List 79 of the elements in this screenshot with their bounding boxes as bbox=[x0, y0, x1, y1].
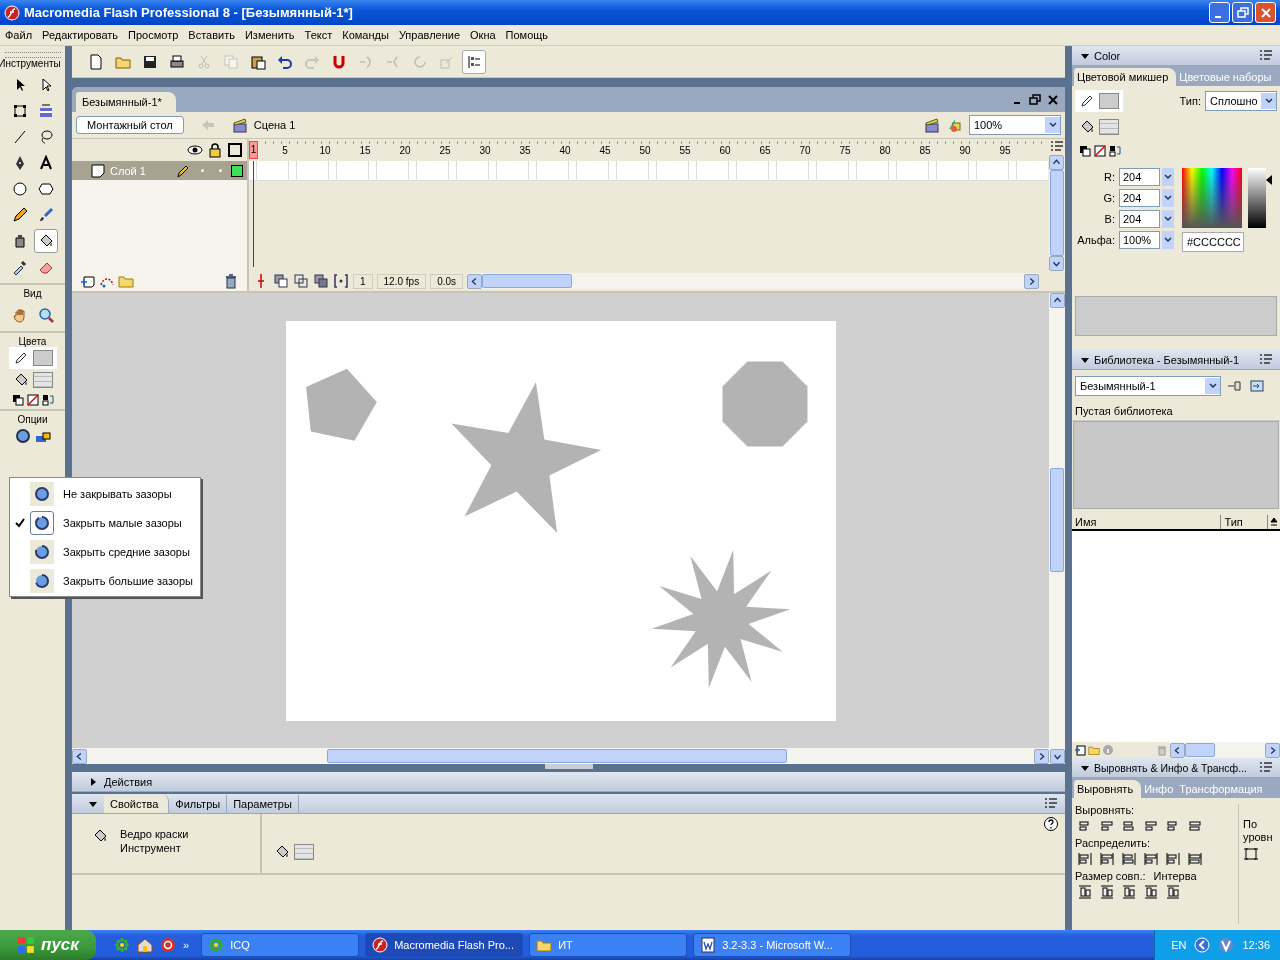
menu-item[interactable]: Просмотр bbox=[123, 29, 184, 41]
input-field[interactable]: 100% bbox=[1119, 231, 1160, 249]
current-frame: 1 bbox=[353, 273, 373, 289]
scene-label: Сцена 1 bbox=[253, 119, 296, 131]
frame-number: 1 bbox=[249, 141, 258, 159]
frame-number: 70 bbox=[798, 144, 812, 156]
menu-item[interactable]: Управление bbox=[393, 29, 466, 41]
section-label: Распределить: bbox=[1075, 837, 1152, 849]
tool-type: Инструмент bbox=[120, 842, 182, 854]
elapsed-time: 0.0s bbox=[430, 273, 464, 289]
frame-number: 35 bbox=[518, 144, 532, 156]
frame-number: 60 bbox=[718, 144, 732, 156]
frame-number: 30 bbox=[478, 144, 492, 156]
menu-item[interactable]: Помощь bbox=[500, 29, 554, 41]
frame-rate: 12.0 fps bbox=[376, 273, 427, 289]
column-header[interactable]: Имя bbox=[1072, 515, 1222, 529]
library-dropdown[interactable]: Безымянный-1 bbox=[1075, 376, 1221, 396]
panel-tab[interactable]: Цветовой микшер bbox=[1074, 68, 1177, 86]
panel-title: Color bbox=[1094, 49, 1121, 62]
menu-item[interactable]: Текст bbox=[299, 29, 338, 41]
panel-tab[interactable]: Выровнять bbox=[1074, 780, 1142, 798]
tool-name: Ведро краски bbox=[120, 828, 189, 840]
frame-number: 80 bbox=[878, 144, 892, 156]
zoom-dropdown[interactable]: 100% bbox=[969, 115, 1061, 135]
to-stage-label: По уровн bbox=[1243, 818, 1274, 844]
menu-item[interactable]: Окна bbox=[465, 29, 501, 41]
field-label: Альфа: bbox=[1076, 234, 1116, 246]
menu-item[interactable]: Закрыть большие зазоры bbox=[10, 566, 200, 595]
section-label: Интерва bbox=[1153, 870, 1197, 882]
frame-number: 10 bbox=[318, 144, 332, 156]
section-label: Выровнять: bbox=[1075, 804, 1136, 816]
window-title: Macromedia Flash Professional 8 - [Безымянный-1*] bbox=[24, 5, 353, 20]
taskbar-button[interactable]: 3.2-3.3 - Microsoft W... bbox=[693, 933, 852, 957]
frame-number: 5 bbox=[281, 144, 289, 156]
menu-item[interactable]: Файл bbox=[0, 29, 38, 41]
input-field[interactable]: 204 bbox=[1119, 168, 1160, 186]
panel-tab[interactable]: Фильтры bbox=[169, 794, 228, 813]
frame-number: 75 bbox=[838, 144, 852, 156]
type-dropdown[interactable]: Сплошно bbox=[1205, 91, 1277, 111]
frame-number: 45 bbox=[598, 144, 612, 156]
field-label: R: bbox=[1103, 171, 1116, 183]
panel-title: Выровнять & Инфо & Трансф... bbox=[1094, 761, 1247, 774]
input-field[interactable]: 204 bbox=[1119, 210, 1160, 228]
field-label: G: bbox=[1102, 192, 1116, 204]
menu-item[interactable]: Вставить bbox=[183, 29, 240, 41]
frame-number: 50 bbox=[638, 144, 652, 156]
panel-title: Библиотека - Безымянный-1 bbox=[1094, 353, 1240, 366]
more-button[interactable]: » bbox=[183, 939, 190, 951]
clock: 12:36 bbox=[1242, 939, 1270, 951]
frame-number: 55 bbox=[678, 144, 692, 156]
input-field[interactable]: 204 bbox=[1119, 189, 1160, 207]
panel-tab[interactable]: Параметры bbox=[227, 794, 299, 813]
timeline-button[interactable]: Монтажный стол bbox=[76, 116, 184, 134]
type-label: Тип: bbox=[1179, 95, 1201, 107]
section-label: Размер совп.: bbox=[1075, 870, 1146, 882]
frame-number: 25 bbox=[438, 144, 452, 156]
taskbar-button[interactable]: Macromedia Flash Pro... bbox=[365, 933, 524, 957]
frame-number: 15 bbox=[358, 144, 372, 156]
panel-title: Инструменты bbox=[0, 58, 61, 69]
menu-item[interactable]: Команды bbox=[337, 29, 394, 41]
menu-item[interactable]: Закрыть малые зазоры bbox=[10, 508, 200, 537]
taskbar-button[interactable]: ИТ bbox=[529, 933, 688, 957]
frame-number: 95 bbox=[998, 144, 1012, 156]
menu-item[interactable]: Закрыть средние зазоры bbox=[10, 537, 200, 566]
menu-item[interactable]: Изменить bbox=[239, 29, 300, 41]
taskbar-button[interactable]: ICQ bbox=[201, 933, 360, 957]
frame-number: 65 bbox=[758, 144, 772, 156]
column-header[interactable]: Тип bbox=[1221, 515, 1268, 529]
panel-tab[interactable]: Свойства bbox=[104, 794, 170, 813]
document-tab[interactable]: Безымянный-1* bbox=[76, 92, 176, 112]
frame-number: 85 bbox=[918, 144, 932, 156]
menu-item[interactable]: Не закрывать зазоры bbox=[10, 479, 200, 508]
frame-number: 20 bbox=[398, 144, 412, 156]
frame-number: 40 bbox=[558, 144, 572, 156]
hex-field[interactable]: #CCCCCC bbox=[1182, 232, 1244, 252]
frame-number: 90 bbox=[958, 144, 972, 156]
panel-header[interactable]: Действия bbox=[72, 772, 1065, 792]
field-label: B: bbox=[1103, 213, 1116, 225]
menu-item[interactable]: Редактировать bbox=[37, 29, 124, 41]
